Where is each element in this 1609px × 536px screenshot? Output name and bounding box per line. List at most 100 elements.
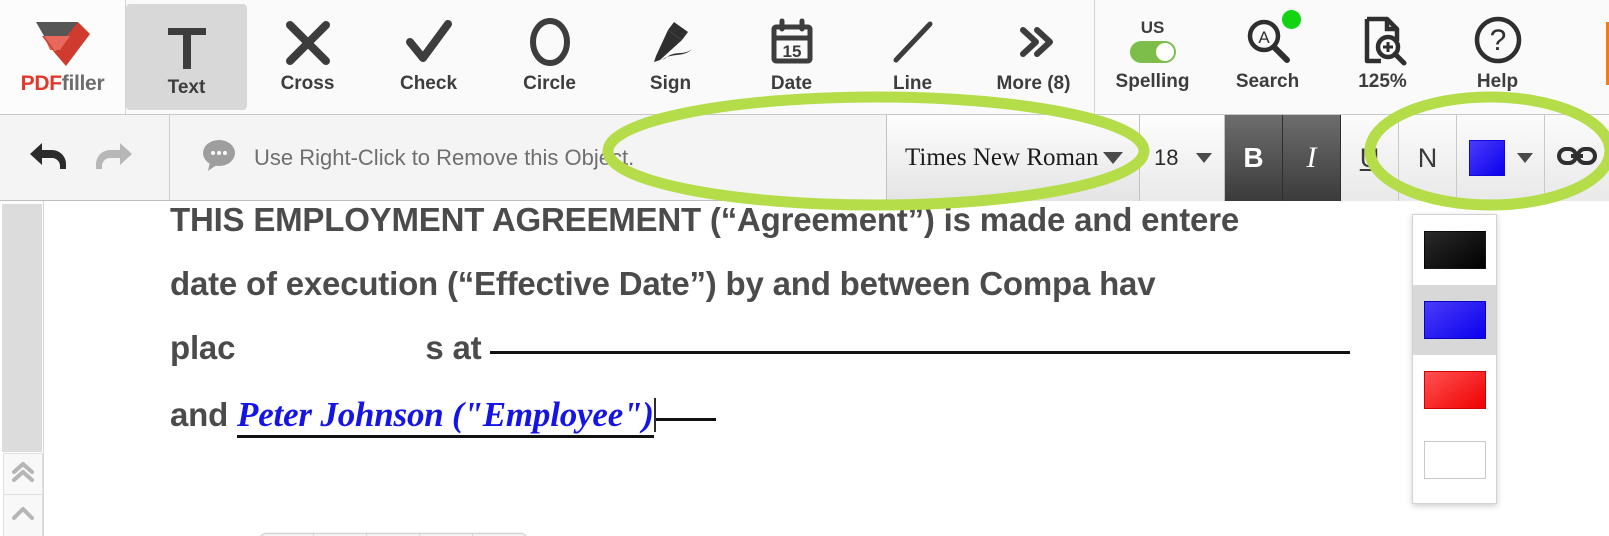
fill-blank-2[interactable] <box>655 418 716 421</box>
tool-cross-label: Cross <box>280 73 335 94</box>
color-option-white[interactable] <box>1413 425 1496 495</box>
chevron-down-icon <box>1516 153 1533 163</box>
font-family-select[interactable]: Times New Roman <box>886 115 1140 201</box>
svg-text:A: A <box>1258 28 1270 47</box>
doc-paragraph-line-3: place of business at <box>170 329 1351 367</box>
undo-arrow-icon[interactable] <box>26 135 70 180</box>
tool-spelling[interactable]: US Spelling <box>1095 0 1210 114</box>
document-area: THIS EMPLOYMENT AGREEMENT (“Agreement”) … <box>0 201 1609 536</box>
object-hint: Use Right-Click to Remove this Object. <box>170 115 886 200</box>
underline-button[interactable]: U <box>1341 115 1399 201</box>
doc-line3-before: plac <box>170 329 236 366</box>
search-status-dot <box>1282 10 1301 29</box>
current-color-swatch <box>1468 140 1505 176</box>
sign-pen-icon <box>644 14 698 72</box>
tool-check[interactable]: Check <box>368 0 489 114</box>
top-toolbar: PDFfiller Text Cross Check Circle Sign 1… <box>0 0 1609 115</box>
underline-label: U <box>1359 142 1380 173</box>
object-hint-text: Use Right-Click to Remove this Object. <box>254 144 635 170</box>
tool-line-label: Line <box>892 73 933 94</box>
normal-label: N <box>1417 142 1438 173</box>
fill-blank-1[interactable] <box>490 351 1351 354</box>
bold-label: B <box>1243 142 1264 173</box>
logo-wordmark: PDFfiller <box>21 72 105 96</box>
tool-help[interactable]: ? Help <box>1440 0 1555 114</box>
tool-line[interactable]: Line <box>852 0 973 114</box>
svg-text:15: 15 <box>782 42 801 61</box>
chevron-double-right-icon <box>1007 14 1061 72</box>
app-logo[interactable]: PDFfiller <box>0 0 126 114</box>
normal-style-button[interactable]: N <box>1399 115 1457 201</box>
italic-label: I <box>1306 141 1317 174</box>
chevron-down-icon <box>1103 152 1123 164</box>
color-dropdown-panel <box>1412 214 1497 504</box>
color-option-black[interactable] <box>1413 215 1496 285</box>
color-chip-red <box>1423 371 1486 409</box>
spelling-locale-label: US <box>1140 18 1165 37</box>
doc-line3-after: s at <box>425 329 482 366</box>
history-controls <box>0 115 170 200</box>
pdffiller-editor: PDFfiller Text Cross Check Circle Sign 1… <box>0 0 1609 536</box>
tool-more[interactable]: More (8) <box>973 0 1094 114</box>
font-family-value: Times New Roman <box>905 144 1099 171</box>
collapse-button[interactable] <box>3 495 43 536</box>
help-question-icon: ? <box>1470 10 1526 72</box>
tool-text-label: Text <box>167 77 206 98</box>
tool-cross[interactable]: Cross <box>247 0 368 114</box>
line-icon <box>886 14 940 72</box>
format-toolbar: Use Right-Click to Remove this Object. T… <box>0 115 1609 201</box>
spelling-switch[interactable] <box>1129 41 1176 63</box>
employee-name-field[interactable]: Peter Johnson ("Employee") <box>237 395 654 438</box>
collapse-all-button[interactable] <box>3 453 43 495</box>
circle-icon <box>523 14 577 72</box>
doc-paragraph-line-2: date of execution (“Effective Date”) by … <box>170 265 1156 302</box>
chevrons-up-icon <box>10 460 36 489</box>
tool-text[interactable]: Text <box>126 4 247 110</box>
font-size-value: 18 <box>1154 145 1179 170</box>
tool-spelling-label: Spelling <box>1115 71 1190 92</box>
link-chain-icon <box>1557 143 1597 174</box>
font-size-select[interactable]: 18 <box>1140 115 1225 201</box>
text-icon <box>160 18 214 76</box>
pdffiller-logo-icon <box>35 22 90 66</box>
italic-button[interactable]: I <box>1283 115 1341 201</box>
tool-search[interactable]: A Search <box>1210 0 1325 114</box>
tool-circle[interactable]: Circle <box>489 0 610 114</box>
doc-paragraph-line-4: and Peter Johnson ("Employee") <box>170 395 716 438</box>
tool-date-label: Date <box>770 73 813 94</box>
chevron-down-icon <box>1196 153 1212 163</box>
doc-paragraph-line-1: THIS EMPLOYMENT AGREEMENT (“Agreement”) … <box>170 201 1240 238</box>
doc-line4-prefix: and <box>170 396 229 433</box>
tool-date[interactable]: 15 Date <box>731 0 852 114</box>
chevron-up-icon <box>10 504 36 527</box>
zoom-page-icon <box>1355 10 1411 72</box>
document-page[interactable]: THIS EMPLOYMENT AGREEMENT (“Agreement”) … <box>45 201 1609 536</box>
cross-icon <box>281 14 335 72</box>
calendar-icon: 15 <box>765 14 819 72</box>
svg-text:?: ? <box>1489 24 1506 57</box>
speech-bubble-icon <box>200 138 238 177</box>
spelling-toggle[interactable]: US <box>1129 10 1176 72</box>
logo-filler: filler <box>61 72 105 95</box>
text-cursor <box>653 398 656 432</box>
insert-link-button[interactable] <box>1545 115 1609 201</box>
color-chip-black <box>1423 231 1486 269</box>
tool-search-label: Search <box>1235 71 1300 92</box>
color-option-blue[interactable] <box>1413 285 1496 355</box>
tool-sign[interactable]: Sign <box>610 0 731 114</box>
tool-circle-label: Circle <box>523 73 576 94</box>
tool-more-label: More (8) <box>996 73 1071 94</box>
bold-button[interactable]: B <box>1225 115 1283 201</box>
color-chip-blue <box>1423 301 1486 339</box>
tool-sign-label: Sign <box>649 73 692 94</box>
left-rail <box>0 201 44 536</box>
rail-scroll-track[interactable] <box>2 204 42 452</box>
color-chip-white <box>1423 441 1486 479</box>
tool-help-label: Help <box>1476 71 1519 92</box>
check-icon <box>402 14 456 72</box>
tool-zoom-label: 125% <box>1358 71 1407 92</box>
redo-arrow-icon[interactable] <box>92 135 136 180</box>
tool-zoom[interactable]: 125% <box>1325 0 1440 114</box>
color-option-red[interactable] <box>1413 355 1496 425</box>
text-color-button[interactable] <box>1457 115 1545 201</box>
